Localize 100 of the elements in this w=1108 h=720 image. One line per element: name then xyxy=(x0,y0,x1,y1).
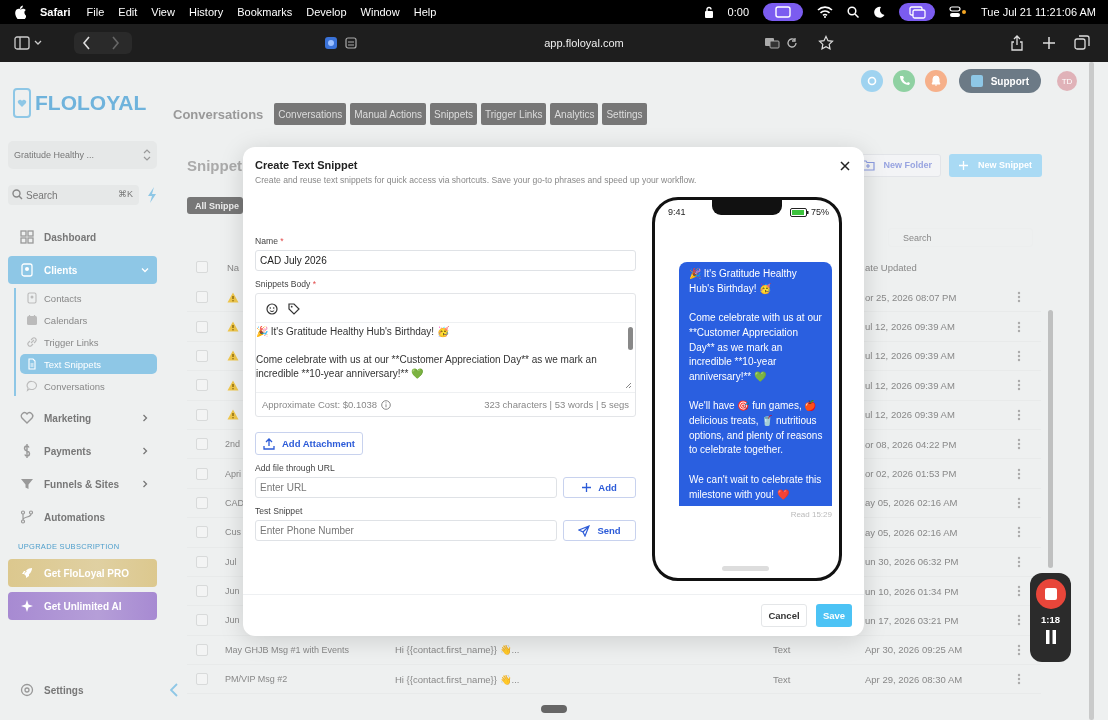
screen-record-icon[interactable] xyxy=(763,3,804,21)
phone-icon[interactable] xyxy=(892,70,915,92)
sidebar-subitem[interactable]: Contacts xyxy=(20,288,157,308)
checkbox[interactable] xyxy=(196,643,208,656)
sidebar-item[interactable]: Funnels & Sites xyxy=(8,470,157,498)
apple-icon[interactable] xyxy=(14,5,26,19)
extension-icon[interactable] xyxy=(322,34,340,52)
gear-icon[interactable] xyxy=(860,70,883,92)
wifi-icon[interactable] xyxy=(817,6,834,18)
lightning-icon[interactable] xyxy=(147,187,157,203)
screen-mirror-icon[interactable] xyxy=(899,3,936,21)
menu-bar-item[interactable]: Help xyxy=(413,6,437,18)
url-text[interactable]: app.floloyal.com xyxy=(544,37,624,49)
more-icon[interactable] xyxy=(1017,291,1021,304)
more-icon[interactable] xyxy=(1017,408,1021,421)
save-button[interactable]: Save xyxy=(816,604,852,627)
menu-bar-item[interactable]: View xyxy=(151,6,175,18)
checkbox[interactable] xyxy=(196,349,208,362)
nav-tab[interactable]: Manual Actions xyxy=(350,103,427,125)
nav-tab[interactable]: Trigger Links xyxy=(481,103,547,125)
nav-tab[interactable]: Analytics xyxy=(550,103,599,125)
scrollbar[interactable] xyxy=(628,327,633,350)
more-icon[interactable] xyxy=(1017,320,1021,333)
add-button[interactable]: Add xyxy=(563,477,636,498)
more-icon[interactable] xyxy=(1017,496,1021,509)
sidebar-item[interactable]: Marketing xyxy=(8,404,157,432)
bookmark-star-icon[interactable] xyxy=(818,35,834,51)
support-button[interactable]: Support xyxy=(958,69,1041,93)
sidebar-subitem[interactable]: Trigger Links xyxy=(20,332,157,352)
url-field[interactable]: Enter URL xyxy=(255,477,557,498)
phone-number-field[interactable]: Enter Phone Number xyxy=(255,520,557,541)
search-icon[interactable] xyxy=(847,6,860,18)
checkbox[interactable] xyxy=(196,291,208,304)
sidebar-icon[interactable] xyxy=(14,36,42,50)
message-textarea[interactable]: 🎉 It's Gratitude Healthy Hub's Birthday! 🥳 Come celebrate with us at our **Customer Appreciation Day** as we mark an incredible **10-year anniversary!** 💚 xyxy=(256,322,635,392)
send-button[interactable]: Send xyxy=(563,520,636,541)
close-icon[interactable] xyxy=(840,161,850,171)
nav-tab[interactable]: Settings xyxy=(602,103,647,125)
more-icon[interactable] xyxy=(1017,555,1021,568)
menu-bar-item[interactable]: Window xyxy=(360,6,400,18)
bell-icon[interactable] xyxy=(924,70,947,92)
checkbox[interactable] xyxy=(196,496,208,509)
checkbox[interactable] xyxy=(196,526,208,539)
reload-icon[interactable] xyxy=(786,37,798,49)
forward-icon[interactable] xyxy=(110,36,120,50)
scrollbar[interactable] xyxy=(1048,310,1053,568)
account-switcher[interactable]: Gratitude Healthy ... xyxy=(8,141,157,169)
sidebar-item[interactable]: Automations xyxy=(8,503,157,531)
upgrade-button[interactable]: Get Unlimited AI xyxy=(8,592,157,620)
more-icon[interactable] xyxy=(1017,438,1021,451)
lock-icon[interactable] xyxy=(703,6,714,18)
sidebar-item[interactable]: Payments xyxy=(8,437,157,465)
new-tab-icon[interactable] xyxy=(1042,36,1056,50)
nav-tab[interactable]: Snippets xyxy=(430,103,477,125)
info-icon[interactable] xyxy=(381,399,392,410)
more-icon[interactable] xyxy=(1017,467,1021,480)
more-icon[interactable] xyxy=(1017,585,1021,598)
tabs-icon[interactable] xyxy=(1074,35,1090,51)
sidebar-subitem[interactable]: Calendars xyxy=(20,310,157,330)
checkbox[interactable] xyxy=(196,379,208,392)
more-icon[interactable] xyxy=(1017,643,1021,656)
menu-bar-item[interactable]: Develop xyxy=(306,6,347,18)
scrollbar[interactable] xyxy=(541,705,567,713)
translate-icon[interactable] xyxy=(764,37,780,49)
scrollbar[interactable] xyxy=(1089,62,1094,720)
menu-bar-item[interactable]: File xyxy=(86,6,105,18)
menu-bar-item[interactable]: Safari xyxy=(40,6,71,18)
more-icon[interactable] xyxy=(1017,349,1021,362)
moon-icon[interactable] xyxy=(873,6,886,18)
emoji-icon[interactable] xyxy=(266,303,278,315)
checkbox[interactable] xyxy=(196,261,208,273)
stop-icon[interactable] xyxy=(1035,579,1066,609)
more-icon[interactable] xyxy=(1017,673,1021,686)
checkbox[interactable] xyxy=(196,467,208,480)
sidebar-subitem[interactable]: Conversations xyxy=(20,376,157,396)
cancel-button[interactable]: Cancel xyxy=(761,604,807,627)
checkbox[interactable] xyxy=(196,585,208,598)
resize-grip-icon[interactable] xyxy=(625,382,632,389)
control-center-icon[interactable] xyxy=(949,6,968,18)
table-row[interactable]: PM/VIP Msg #2 Hi {{contact.first_name}} 👋... Text Apr 29, 2026 08:30 AM xyxy=(187,665,1041,695)
more-icon[interactable] xyxy=(1017,526,1021,539)
add-attachment-button[interactable]: Add Attachment xyxy=(255,432,363,455)
name-field[interactable]: CAD July 2026 xyxy=(255,250,636,271)
checkbox[interactable] xyxy=(196,320,208,333)
more-icon[interactable] xyxy=(1017,614,1021,627)
tag-icon[interactable] xyxy=(288,303,300,315)
nav-tab[interactable]: Conversations xyxy=(274,103,347,125)
checkbox[interactable] xyxy=(196,614,208,627)
settings-link[interactable]: Settings xyxy=(8,676,157,704)
checkbox[interactable] xyxy=(196,673,208,686)
checkbox[interactable] xyxy=(196,555,208,568)
checkbox[interactable] xyxy=(196,438,208,451)
menu-bar-item[interactable]: History xyxy=(188,6,224,18)
filter-chip[interactable]: All Snippe xyxy=(187,197,243,214)
more-icon[interactable] xyxy=(1017,379,1021,392)
reader-icon[interactable] xyxy=(344,36,358,50)
back-icon[interactable] xyxy=(82,36,92,50)
menu-bar-item[interactable]: Bookmarks xyxy=(237,6,293,18)
sidebar-item[interactable]: Dashboard xyxy=(8,223,157,251)
menu-bar-item[interactable]: Edit xyxy=(118,6,138,18)
